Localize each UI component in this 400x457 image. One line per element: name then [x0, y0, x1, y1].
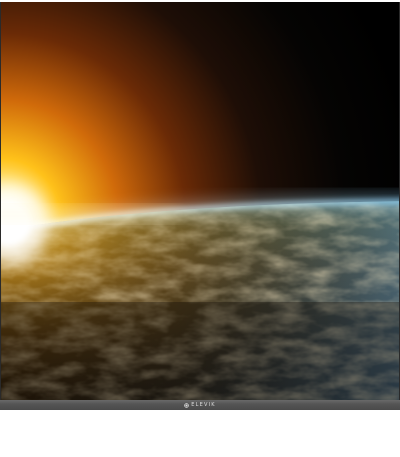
diamond-logo-icon [184, 402, 190, 408]
page-margin [0, 410, 400, 457]
brand-label: ELEVIK [191, 402, 216, 408]
wallpaper-earth-sunrise [1, 2, 399, 400]
monitor-brand: ELEVIK [184, 402, 215, 408]
monitor-bezel: ELEVIK [0, 400, 400, 410]
page: ELEVIK [0, 0, 400, 457]
monitor-screen [0, 2, 400, 400]
